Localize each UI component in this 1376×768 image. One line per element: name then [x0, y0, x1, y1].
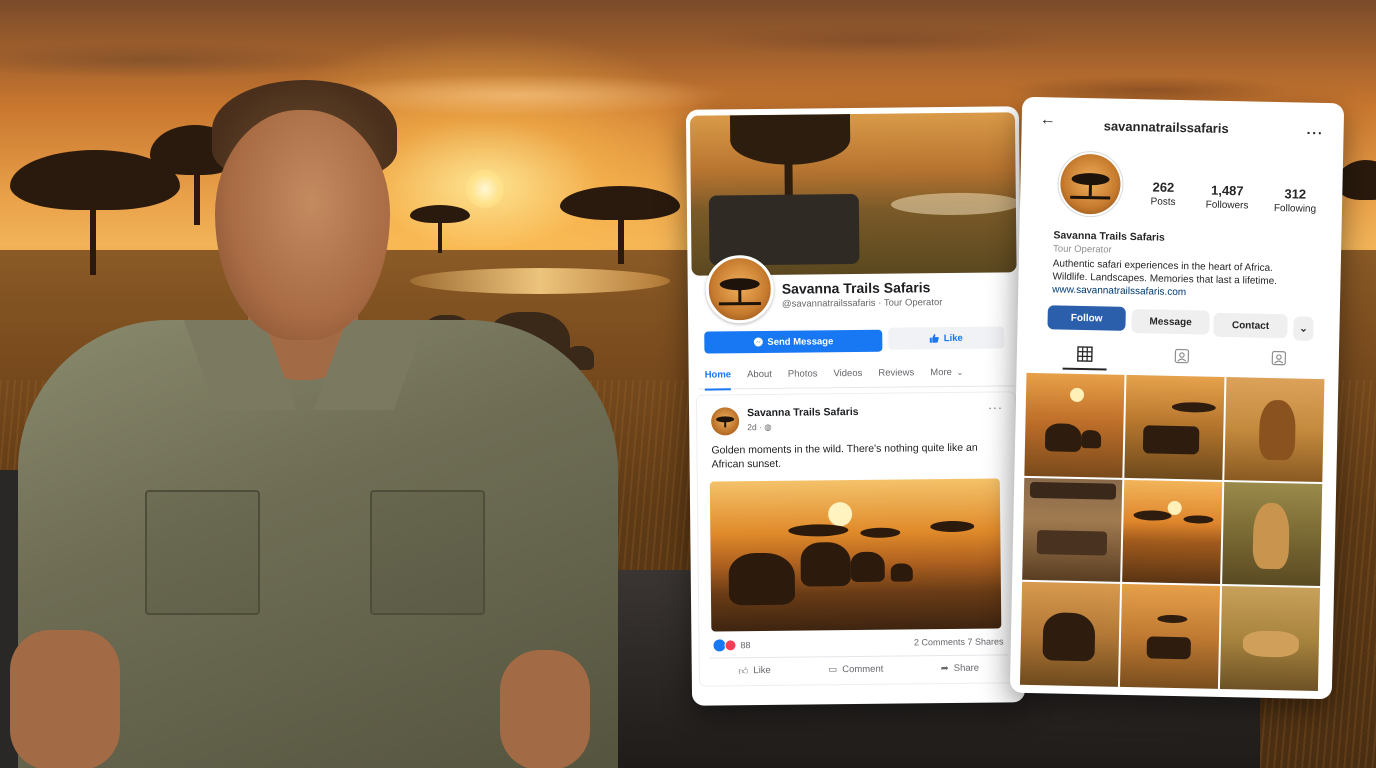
followers-count: 1,487 — [1210, 182, 1244, 199]
globe-icon: ◍ — [764, 421, 772, 432]
grid-photo-vehicle[interactable] — [1119, 584, 1221, 689]
post-options-icon[interactable]: ··· — [988, 400, 1003, 414]
shirt-pocket — [370, 490, 485, 615]
grid-photo-elephant[interactable] — [1019, 582, 1121, 687]
grid-photo-camp[interactable] — [1022, 477, 1123, 583]
grid-photo-sunset[interactable] — [1122, 479, 1223, 585]
grid-icon — [1077, 346, 1094, 362]
stat-followers[interactable]: 1,487 Followers — [1194, 182, 1261, 212]
cover-photo — [689, 112, 1017, 276]
shirt-pocket — [145, 490, 260, 615]
safari-guide-portrait — [0, 70, 620, 768]
chevron-down-icon: ⌄ — [956, 367, 964, 377]
tab-photos[interactable]: Photos — [788, 360, 818, 388]
tagged-icon — [1271, 350, 1286, 366]
acacia-logo-icon — [718, 278, 761, 306]
message-button[interactable]: Message — [1131, 309, 1210, 335]
tab-about[interactable]: About — [747, 360, 772, 388]
followers-label: Followers — [1205, 199, 1249, 212]
post-time-text: 2d · — [747, 421, 762, 433]
tab-more[interactable]: More ⌄ — [930, 358, 963, 386]
acacia-logo-icon — [716, 416, 735, 428]
photo-grid — [1019, 372, 1325, 691]
posts-count: 262 — [1152, 179, 1175, 195]
post-like-button[interactable]: 👍︎ Like — [738, 664, 771, 677]
bio-category: Tour Operator — [1052, 243, 1112, 256]
follow-button[interactable]: Follow — [1047, 305, 1126, 331]
post-comment-button[interactable]: ▭ Comment — [828, 664, 883, 676]
post-share-label: Share — [953, 662, 980, 674]
following-count: 312 — [1284, 186, 1307, 202]
tab-reels[interactable] — [1152, 339, 1213, 372]
like-label: Like — [943, 332, 963, 344]
tab-tagged[interactable] — [1248, 341, 1309, 374]
page-avatar[interactable] — [705, 254, 775, 324]
feed-post: Savanna Trails Safaris 2d · ◍ ··· Golden… — [696, 392, 1018, 686]
bio-name: Savanna Trails Safaris — [1053, 229, 1165, 244]
instagram-profile-card: ← savannatrailssafaris ··· 262 Posts 1,4… — [1009, 96, 1345, 700]
post-like-label: Like — [753, 664, 771, 677]
contact-button[interactable]: Contact — [1213, 312, 1288, 339]
posts-label: Posts — [1150, 196, 1176, 208]
comment-icon: ▭ — [828, 664, 838, 676]
profile-avatar[interactable] — [1059, 153, 1122, 215]
chevron-down-icon[interactable]: ⌄ — [1293, 316, 1314, 341]
post-photo[interactable] — [709, 478, 1002, 632]
profile-tabs — [1037, 337, 1328, 375]
comments-shares-count[interactable]: 2 Comments 7 Shares — [914, 636, 1004, 647]
page-name: Savanna Trails Safaris — [781, 279, 931, 297]
post-actions: 👍︎ Like ▭ Comment ➦ Share — [709, 654, 1008, 684]
acacia-logo-icon — [1070, 173, 1111, 200]
thumbs-up-icon — [930, 333, 940, 343]
grid-photo-elephants[interactable] — [1024, 372, 1125, 478]
tab-more-label: More — [930, 366, 952, 378]
thumbs-up-icon: 👍︎ — [738, 665, 749, 677]
tab-reviews[interactable]: Reviews — [878, 359, 914, 387]
stat-following[interactable]: 312 Following — [1264, 186, 1327, 215]
post-timestamp: 2d · ◍ — [747, 422, 772, 433]
facebook-page-card: Savanna Trails Safaris @savannatrailssaf… — [685, 106, 1026, 706]
bio-text: Authentic safari experiences in the hear… — [1052, 258, 1278, 288]
messenger-icon — [753, 337, 763, 347]
page-tabs: Home About Photos Videos Reviews More ⌄ — [698, 358, 1015, 390]
back-arrow-icon[interactable]: ← — [1040, 111, 1056, 129]
grid-photo-lion[interactable] — [1224, 377, 1325, 482]
grid-photo-jeep[interactable] — [1124, 374, 1225, 480]
grid-photo-cheetah[interactable] — [1222, 481, 1323, 587]
stat-posts[interactable]: 262 Posts — [1138, 179, 1189, 208]
post-share-button[interactable]: ➦ Share — [941, 663, 979, 674]
post-author-name[interactable]: Savanna Trails Safaris — [747, 406, 859, 419]
like-page-button[interactable]: Like — [888, 326, 1005, 350]
reels-icon — [1174, 348, 1190, 364]
love-reaction-icon — [724, 639, 737, 652]
more-options-icon[interactable]: ··· — [1306, 125, 1323, 141]
following-label: Following — [1273, 202, 1317, 215]
tab-home[interactable]: Home — [705, 361, 732, 389]
tab-grid[interactable] — [1055, 337, 1116, 370]
post-comment-label: Comment — [842, 663, 884, 676]
page-handle: @savannatrailssafaris · Tour Operator — [781, 297, 943, 310]
reaction-summary[interactable]: 88 — [713, 639, 751, 652]
profile-username: savannatrailssafaris — [1103, 118, 1229, 137]
post-text: Golden moments in the wild. There's noth… — [711, 441, 978, 471]
face — [215, 110, 390, 340]
bio-website-link[interactable]: www.savannatrailssafaris.com — [1052, 284, 1186, 298]
share-icon: ➦ — [940, 663, 949, 675]
reaction-count: 88 — [740, 640, 751, 651]
tab-videos[interactable]: Videos — [833, 359, 862, 387]
send-message-label: Send Message — [767, 335, 834, 348]
send-message-button[interactable]: Send Message — [704, 329, 883, 354]
grid-photo-leopard[interactable] — [1219, 586, 1321, 691]
post-author-avatar[interactable] — [711, 407, 740, 436]
